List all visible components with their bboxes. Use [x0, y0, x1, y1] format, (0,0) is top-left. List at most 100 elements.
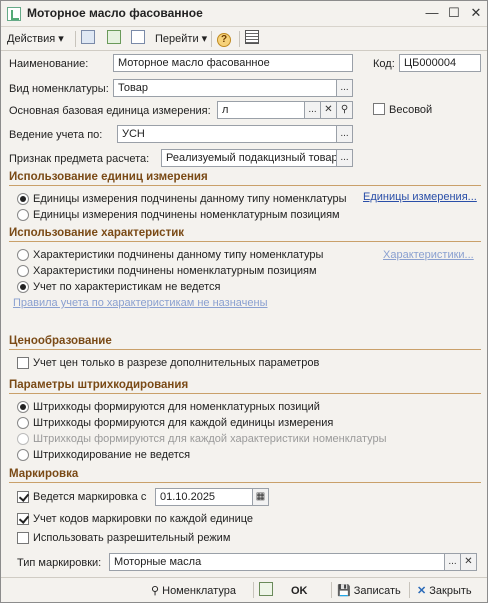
code-field[interactable]: ЦБ000004: [399, 54, 481, 72]
print-icon[interactable]: [259, 582, 273, 600]
barcode-option-items: Штрихкоды формируются для номенклатурных…: [33, 401, 320, 413]
marking-date-field[interactable]: 01.10.2025: [155, 488, 253, 506]
units-option-items: Единицы измерения подчинены номенклатурн…: [33, 209, 340, 221]
nomenclature-label: Номенклатура: [162, 585, 236, 597]
bottom-divider: [409, 582, 410, 598]
section-divider: [9, 185, 481, 186]
app-icon: [7, 7, 21, 21]
select-button[interactable]: ...: [305, 101, 321, 119]
weight-checkbox[interactable]: [373, 103, 385, 115]
toolbar: Действия ▾ Перейти ▾ ?: [1, 27, 487, 51]
actions-label: Действия: [7, 33, 56, 45]
permissive-mode-label: Использовать разрешительный режим: [33, 532, 231, 544]
bottom-divider: [331, 582, 332, 598]
window-title: Моторное масло фасованное: [27, 6, 203, 20]
barcode-option-chars: Штрихкоды формируются для каждой характе…: [33, 433, 387, 445]
marking-units-checkbox[interactable]: [17, 513, 29, 525]
chars-link[interactable]: Характеристики...: [383, 249, 474, 261]
barcode-option-none: Штрихкодирование не ведется: [33, 449, 191, 461]
payment-subject-field[interactable]: Реализуемый подакцизный товар: [161, 149, 337, 167]
units-radio-items[interactable]: [17, 209, 29, 221]
chars-radio-none[interactable]: [17, 281, 29, 293]
bottom-divider: [253, 582, 254, 598]
select-button[interactable]: ...: [337, 149, 353, 167]
accounting-label: Ведение учета по:: [9, 129, 103, 141]
search-icon[interactable]: ⚲: [337, 101, 353, 119]
units-section-title: Использование единиц измерения: [9, 171, 208, 183]
chars-section-title: Использование характеристик: [9, 227, 185, 239]
marking-section-title: Маркировка: [9, 468, 79, 480]
units-option-type: Единицы измерения подчинены данному типу…: [33, 193, 347, 205]
close-label: Закрыть: [429, 585, 472, 597]
nomenclature-button[interactable]: ⚲ Номенклатура: [151, 582, 236, 600]
help-icon[interactable]: ?: [217, 30, 231, 48]
barcode-radio-chars: [17, 433, 29, 445]
marking-type-field[interactable]: Моторные масла: [109, 553, 445, 571]
barcode-radio-none[interactable]: [17, 449, 29, 461]
goto-label: Перейти: [155, 33, 199, 45]
search-icon: ⚲: [151, 585, 160, 597]
maximize-icon[interactable]: ☐: [445, 4, 463, 22]
clear-icon[interactable]: ✕: [321, 101, 337, 119]
weight-label: Весовой: [389, 104, 433, 116]
select-button[interactable]: ...: [337, 79, 353, 97]
calendar-icon[interactable]: ▦: [253, 488, 269, 506]
marking-label: Ведется маркировка с: [33, 491, 147, 503]
name-label: Наименование:: [9, 58, 89, 70]
close-icon[interactable]: ✕: [467, 4, 485, 22]
toolbar-divider: [239, 31, 240, 47]
pricing-option: Учет цен только в разрезе дополнительных…: [33, 357, 320, 369]
chars-radio-type[interactable]: [17, 249, 29, 261]
goto-menu[interactable]: Перейти ▾: [155, 30, 207, 48]
save-icon: 💾: [337, 585, 351, 597]
unit-label: Основная базовая единица измерения:: [9, 105, 211, 117]
clear-icon[interactable]: ✕: [461, 553, 477, 571]
barcode-radio-items[interactable]: [17, 401, 29, 413]
title-bar: Моторное масло фасованное — ☐ ✕: [1, 1, 487, 27]
unit-field[interactable]: л: [217, 101, 305, 119]
type-field[interactable]: Товар: [113, 79, 337, 97]
barcode-radio-units[interactable]: [17, 417, 29, 429]
type-label: Вид номенклатуры:: [9, 83, 109, 95]
chars-rules-link[interactable]: Правила учета по характеристикам не назн…: [13, 297, 268, 309]
actions-menu[interactable]: Действия ▾: [7, 30, 64, 48]
chars-option-none: Учет по характеристикам не ведется: [33, 281, 221, 293]
pricing-checkbox[interactable]: [17, 357, 29, 369]
code-label: Код:: [373, 58, 395, 70]
marking-type-label: Тип маркировки:: [17, 557, 102, 569]
toolbar-divider: [211, 31, 212, 47]
window: Моторное масло фасованное — ☐ ✕ Действия…: [0, 0, 488, 603]
list-icon[interactable]: [245, 30, 259, 48]
section-divider: [9, 241, 481, 242]
close-button[interactable]: ✕ Закрыть: [417, 582, 472, 600]
barcode-option-units: Штрихкоды формируются для каждой единицы…: [33, 417, 334, 429]
permissive-mode-checkbox[interactable]: [17, 532, 29, 544]
section-divider: [9, 482, 481, 483]
close-icon: ✕: [417, 585, 427, 597]
units-radio-type[interactable]: [17, 193, 29, 205]
refresh-icon[interactable]: [107, 30, 121, 48]
select-button[interactable]: ...: [445, 553, 461, 571]
ok-button[interactable]: OK: [291, 582, 308, 600]
accounting-field[interactable]: УСН: [117, 125, 337, 143]
go-up-icon[interactable]: [81, 30, 95, 48]
bottom-bar: ⚲ Номенклатура OK 💾 Записать ✕ Закрыть: [1, 577, 487, 602]
select-button[interactable]: ...: [337, 125, 353, 143]
section-divider: [9, 393, 481, 394]
marking-checkbox[interactable]: [17, 491, 29, 503]
toolbar-divider: [75, 31, 76, 47]
copy-icon[interactable]: [131, 30, 145, 48]
name-field[interactable]: Моторное масло фасованное: [113, 54, 353, 72]
marking-units-label: Учет кодов маркировки по каждой единице: [33, 513, 254, 525]
pricing-section-title: Ценообразование: [9, 335, 112, 347]
units-link[interactable]: Единицы измерения...: [363, 191, 477, 203]
section-divider: [9, 349, 481, 350]
payment-subject-label: Признак предмета расчета:: [9, 153, 150, 165]
chars-option-type: Характеристики подчинены данному типу но…: [33, 249, 324, 261]
save-button[interactable]: 💾 Записать: [337, 582, 401, 600]
barcode-section-title: Параметры штрихкодирования: [9, 379, 189, 391]
chars-radio-items[interactable]: [17, 265, 29, 277]
save-label: Записать: [353, 585, 401, 597]
chars-option-items: Характеристики подчинены номенклатурным …: [33, 265, 317, 277]
minimize-icon[interactable]: —: [423, 4, 441, 22]
